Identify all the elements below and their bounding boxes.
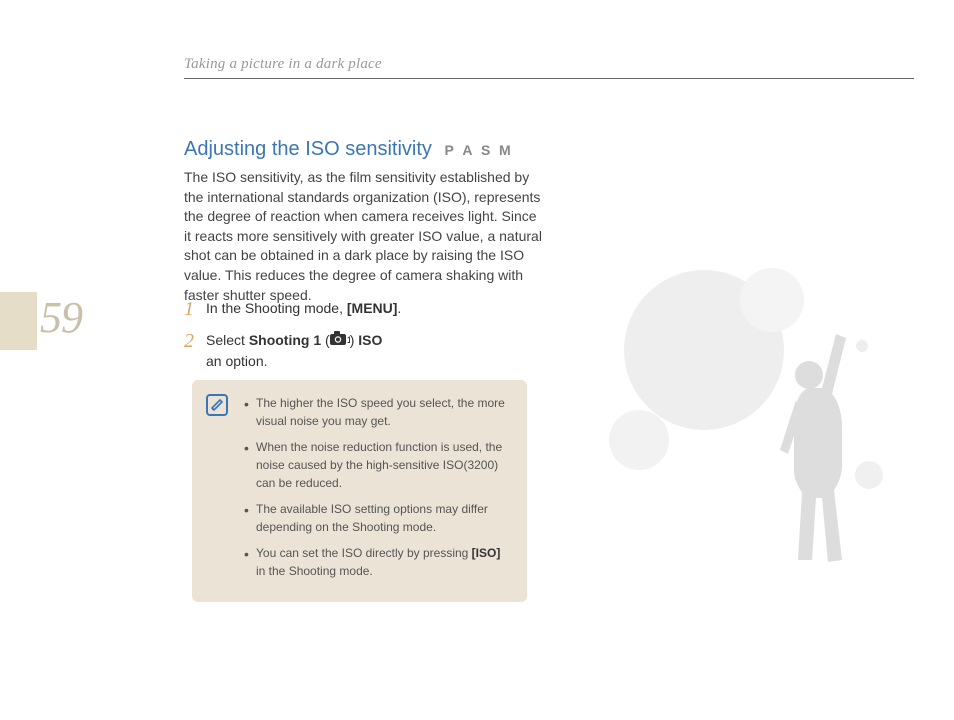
note-item: You can set the ISO directly by pressing…: [244, 544, 513, 580]
note-box: The higher the ISO speed you select, the…: [192, 380, 527, 602]
mode-m: M: [499, 142, 512, 158]
section-body: The ISO sensitivity, as the film sensiti…: [184, 168, 544, 305]
note-item-post: in the Shooting mode.: [256, 564, 373, 578]
svg-text:1: 1: [347, 335, 350, 345]
step-text-bold: Shooting 1: [249, 332, 321, 348]
camera-icon: 1: [330, 330, 350, 350]
steps-list: 1 In the Shooting mode, [MENU]. 2 Select…: [184, 298, 544, 382]
step-number: 2: [184, 330, 206, 372]
note-item-bold: [ISO]: [472, 546, 501, 560]
step-1: 1 In the Shooting mode, [MENU].: [184, 298, 544, 320]
step-text: Select Shooting 1 (1) ISO an option.: [206, 330, 382, 372]
section-title: Adjusting the ISO sensitivity P A S M: [184, 138, 513, 161]
step-text-post: .: [397, 300, 401, 316]
note-icon: [206, 394, 228, 416]
note-item: The higher the ISO speed you select, the…: [244, 394, 513, 430]
step-text-bold2: ISO: [358, 332, 382, 348]
step-2: 2 Select Shooting 1 (1) ISO an option.: [184, 330, 544, 372]
note-item: The available ISO setting options may di…: [244, 500, 513, 536]
step-text-pre: In the Shooting mode,: [206, 300, 347, 316]
mode-a: A: [462, 142, 473, 158]
mode-badges: P A S M: [443, 138, 512, 161]
section-title-text: Adjusting the ISO sensitivity: [184, 138, 432, 160]
note-item: When the noise reduction function is use…: [244, 438, 513, 492]
step-text-post2: an option.: [206, 353, 268, 369]
step-text-pre: Select: [206, 332, 249, 348]
note-list: The higher the ISO speed you select, the…: [244, 394, 513, 580]
step-text: In the Shooting mode, [MENU].: [206, 298, 401, 320]
mode-s: S: [481, 142, 491, 158]
page-number-tab: [0, 292, 37, 350]
mode-p: P: [444, 142, 454, 158]
header-divider: [184, 78, 914, 79]
step-number: 1: [184, 298, 206, 320]
note-item-pre: You can set the ISO directly by pressing: [256, 546, 472, 560]
page-number: 59: [40, 292, 82, 343]
step-text-bold: [MENU]: [347, 300, 398, 316]
decorative-illustration: [584, 230, 914, 590]
breadcrumb: Taking a picture in a dark place: [184, 56, 382, 73]
